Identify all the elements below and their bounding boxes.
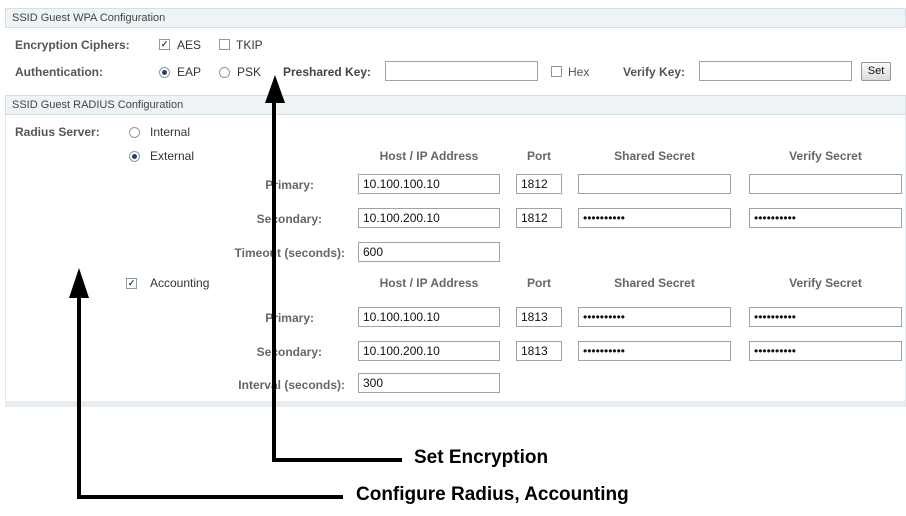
- acct-secondary-secret-input[interactable]: ••••••••••: [578, 341, 731, 361]
- encryption-ciphers-label: Encryption Ciphers:: [15, 38, 130, 52]
- timeout-input[interactable]: 600: [358, 242, 500, 262]
- aes-label: AES: [177, 38, 202, 52]
- eap-radio[interactable]: [159, 67, 170, 78]
- panel-bottom-bar: [5, 401, 906, 407]
- auth-primary-secret-input[interactable]: [578, 174, 731, 194]
- acct-secondary-host-input[interactable]: 10.100.200.10: [358, 341, 500, 361]
- acct-secondary-port-input[interactable]: 1813: [516, 341, 562, 361]
- interval-input[interactable]: 300: [358, 373, 500, 393]
- acct-host-column-header: Host / IP Address: [379, 276, 479, 290]
- acct-port-column-header: Port: [527, 276, 551, 290]
- acct-verify-secret-column-header: Verify Secret: [789, 276, 862, 290]
- arrow-line-radius-vertical: [77, 296, 81, 498]
- external-label: External: [150, 149, 195, 163]
- arrow-line-encryption-horizontal: [272, 458, 402, 462]
- psk-radio[interactable]: [219, 67, 230, 78]
- auth-secondary-host-input[interactable]: 10.100.200.10: [358, 208, 500, 228]
- accounting-label: Accounting: [150, 276, 210, 290]
- tkip-label: TKIP: [236, 38, 263, 52]
- tkip-checkbox[interactable]: [219, 39, 230, 50]
- aes-checkbox[interactable]: ✓: [159, 39, 170, 50]
- set-encryption-callout: Set Encryption: [414, 447, 549, 468]
- verify-key-label: Verify Key:: [623, 65, 686, 79]
- set-button[interactable]: Set: [861, 62, 891, 81]
- accounting-checkbox[interactable]: ✓: [126, 278, 137, 289]
- internal-label: Internal: [150, 125, 191, 139]
- auth-primary-verify-input[interactable]: [749, 174, 902, 194]
- host-column-header: Host / IP Address: [379, 149, 479, 163]
- arrow-line-radius-horizontal: [77, 495, 343, 499]
- auth-primary-port-input[interactable]: 1812: [516, 174, 562, 194]
- shared-secret-column-header: Shared Secret: [614, 149, 695, 163]
- preshared-key-label: Preshared Key:: [283, 65, 372, 79]
- auth-secondary-label: Secondary:: [256, 212, 322, 226]
- authentication-label: Authentication:: [15, 65, 103, 79]
- eap-label: EAP: [177, 65, 202, 79]
- port-column-header: Port: [527, 149, 551, 163]
- acct-secondary-verify-input[interactable]: ••••••••••: [749, 341, 902, 361]
- configure-radius-callout: Configure Radius, Accounting: [356, 484, 629, 505]
- hex-checkbox[interactable]: [551, 66, 562, 77]
- auth-secondary-secret-input[interactable]: ••••••••••: [578, 208, 731, 228]
- verify-secret-column-header: Verify Secret: [789, 149, 862, 163]
- verify-key-input[interactable]: [699, 61, 852, 81]
- acct-primary-host-input[interactable]: 10.100.100.10: [358, 307, 500, 327]
- wpa-section-header: SSID Guest WPA Configuration: [5, 8, 906, 28]
- auth-secondary-port-input[interactable]: 1812: [516, 208, 562, 228]
- acct-shared-secret-column-header: Shared Secret: [614, 276, 695, 290]
- arrow-line-encryption-vertical: [272, 100, 276, 462]
- preshared-key-input[interactable]: [385, 61, 538, 81]
- radius-section-header: SSID Guest RADIUS Configuration: [5, 95, 906, 115]
- acct-secondary-label: Secondary:: [256, 345, 322, 359]
- acct-primary-secret-input[interactable]: ••••••••••: [578, 307, 731, 327]
- external-radio[interactable]: [129, 151, 140, 162]
- internal-radio[interactable]: [129, 127, 140, 138]
- radius-server-label: Radius Server:: [15, 125, 100, 139]
- auth-primary-host-input[interactable]: 10.100.100.10: [358, 174, 500, 194]
- acct-primary-port-input[interactable]: 1813: [516, 307, 562, 327]
- auth-secondary-verify-input[interactable]: ••••••••••: [749, 208, 902, 228]
- hex-label: Hex: [568, 65, 590, 79]
- acct-primary-verify-input[interactable]: ••••••••••: [749, 307, 902, 327]
